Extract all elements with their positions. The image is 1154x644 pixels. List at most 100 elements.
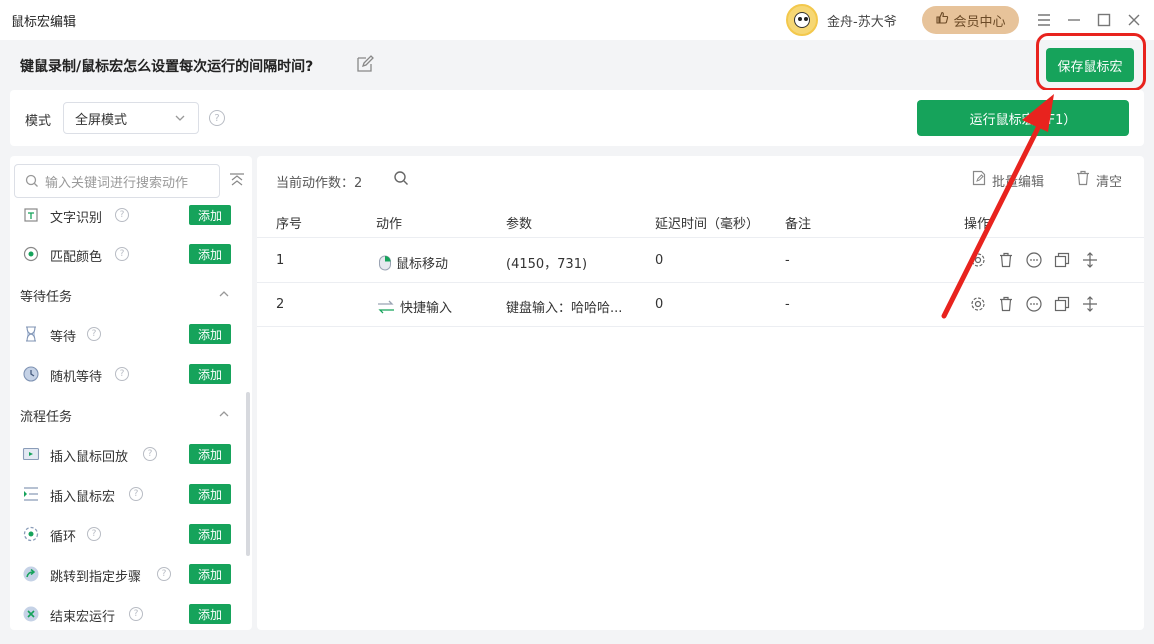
thumbs-up-icon [935, 11, 949, 29]
row-index: 2 [276, 297, 285, 312]
add-button[interactable]: 添加 [189, 564, 231, 584]
help-icon[interactable]: ? [143, 447, 157, 461]
list-item[interactable]: 等待 ? 添加 [10, 314, 246, 354]
app-title: 鼠标宏编辑 [11, 15, 77, 30]
sidebar-item-label: 随机等待 [50, 370, 103, 385]
sidebar-item-label: 循环 [50, 530, 77, 545]
row-index: 1 [276, 253, 285, 268]
hourglass-icon [22, 325, 40, 343]
sidebar-item-label: 跳转到指定步骤 [50, 570, 142, 585]
mode-select-value: 全屏模式 [75, 112, 128, 128]
add-button[interactable]: 添加 [189, 444, 231, 464]
loop-icon [22, 525, 40, 543]
mode-select[interactable]: 全屏模式 [63, 102, 199, 134]
add-button[interactable]: 添加 [189, 484, 231, 504]
arrow-annotation [941, 94, 1054, 319]
help-icon[interactable]: ? [87, 527, 101, 541]
row-delay: 0 [655, 297, 664, 312]
search-placeholder: 输入关键词进行搜索动作 [45, 175, 189, 191]
add-button[interactable]: 添加 [189, 524, 231, 544]
title-bar: 鼠标宏编辑 金舟-苏大爷 会员中心 [0, 0, 1154, 40]
shortcut-input-icon [376, 299, 396, 319]
vip-center-button[interactable]: 会员中心 [922, 6, 1019, 34]
text-recognition-icon [22, 206, 40, 224]
list-item[interactable]: 匹配颜色 ? 添加 [10, 234, 246, 274]
sidebar-item-label: 插入鼠标宏 [50, 490, 116, 505]
search-icon[interactable] [393, 170, 409, 190]
close-icon[interactable] [1124, 10, 1144, 30]
row-param: (4150，731) [506, 257, 588, 272]
sidebar-item-label: 等待 [50, 330, 77, 345]
row-note: - [785, 253, 790, 268]
add-button[interactable]: 添加 [189, 364, 231, 384]
help-icon[interactable]: ? [129, 487, 143, 501]
list-item[interactable]: 循环 ? 添加 [10, 514, 246, 554]
menu-icon[interactable] [1034, 10, 1054, 30]
action-search-input[interactable]: 输入关键词进行搜索动作 [14, 164, 220, 198]
drag-handle-icon[interactable] [1081, 295, 1099, 313]
help-icon[interactable]: ? [157, 567, 171, 581]
action-list: 文字识别 ? 添加 匹配颜色 ? 添加 等待任务 等待 ? 添加 随机等待 ? … [10, 204, 246, 630]
list-item[interactable]: 结束宏运行 ? 添加 [10, 594, 246, 630]
add-button[interactable]: 添加 [189, 244, 231, 264]
clock-icon [22, 365, 40, 383]
list-item[interactable]: 跳转到指定步骤 ? 添加 [10, 554, 246, 594]
vip-center-label: 会员中心 [953, 14, 1006, 30]
color-match-icon [22, 245, 40, 263]
sidebar-scrollbar[interactable] [246, 392, 250, 556]
avatar[interactable] [786, 4, 818, 36]
sidebar-item-label: 插入鼠标回放 [50, 450, 129, 465]
group-header-wait[interactable]: 等待任务 [10, 274, 246, 314]
column-header: 参数 [506, 217, 533, 232]
add-button[interactable]: 添加 [189, 604, 231, 624]
list-item[interactable]: 插入鼠标宏 ? 添加 [10, 474, 246, 514]
drag-handle-icon[interactable] [1081, 251, 1099, 269]
minimize-icon[interactable] [1064, 10, 1084, 30]
row-action: 快捷输入 [376, 297, 452, 319]
group-header-flow[interactable]: 流程任务 [10, 394, 246, 434]
stop-icon [22, 605, 40, 623]
collapse-all-icon[interactable] [229, 173, 245, 191]
help-icon[interactable]: ? [115, 367, 129, 381]
chevron-up-icon [218, 288, 230, 304]
help-icon[interactable]: ? [87, 327, 101, 341]
maximize-icon[interactable] [1094, 10, 1114, 30]
column-header: 备注 [785, 217, 812, 232]
action-sidebar: 输入关键词进行搜索动作 文字识别 ? 添加 匹配颜色 ? 添加 等待任务 等待 … [10, 156, 252, 630]
list-item[interactable]: 随机等待 ? 添加 [10, 354, 246, 394]
add-button[interactable]: 添加 [189, 324, 231, 344]
help-icon[interactable]: ? [115, 208, 129, 222]
edit-title-icon[interactable] [355, 54, 375, 74]
user-area[interactable]: 金舟-苏大爷 [786, 4, 897, 36]
help-icon[interactable]: ? [209, 110, 225, 126]
group-title: 流程任务 [20, 410, 73, 425]
help-icon[interactable]: ? [115, 247, 129, 261]
jump-icon [22, 565, 40, 583]
column-header: 延迟时间（毫秒） [655, 217, 760, 232]
insert-macro-icon [22, 485, 40, 503]
username[interactable]: 金舟-苏大爷 [827, 11, 897, 30]
list-item[interactable]: 文字识别 ? 添加 [10, 204, 246, 235]
sidebar-item-label: 匹配颜色 [50, 250, 103, 265]
macro-title: 键鼠录制/鼠标宏怎么设置每次运行的间隔时间? [20, 59, 314, 75]
chevron-up-icon [218, 408, 230, 424]
replay-icon [22, 445, 40, 463]
clear-button[interactable]: 清空 [1076, 170, 1122, 190]
clear-label: 清空 [1096, 174, 1123, 190]
chevron-down-icon [174, 112, 186, 128]
sidebar-item-label: 结束宏运行 [50, 610, 116, 625]
sidebar-item-label: 文字识别 [50, 211, 103, 226]
action-count: 当前动作数：2 [276, 176, 363, 191]
group-title: 等待任务 [20, 290, 73, 305]
add-button[interactable]: 添加 [189, 205, 231, 225]
mouse-icon [378, 255, 392, 275]
search-icon [25, 174, 39, 192]
list-item[interactable]: 插入鼠标回放 ? 添加 [10, 434, 246, 474]
mode-label: 模式 [25, 114, 52, 129]
column-header: 序号 [276, 217, 303, 232]
help-icon[interactable]: ? [129, 607, 143, 621]
row-action: 鼠标移动 [378, 253, 448, 275]
row-delay: 0 [655, 253, 664, 268]
row-param: 键盘输入：哈哈哈... [506, 301, 623, 316]
row-note: - [785, 297, 790, 312]
